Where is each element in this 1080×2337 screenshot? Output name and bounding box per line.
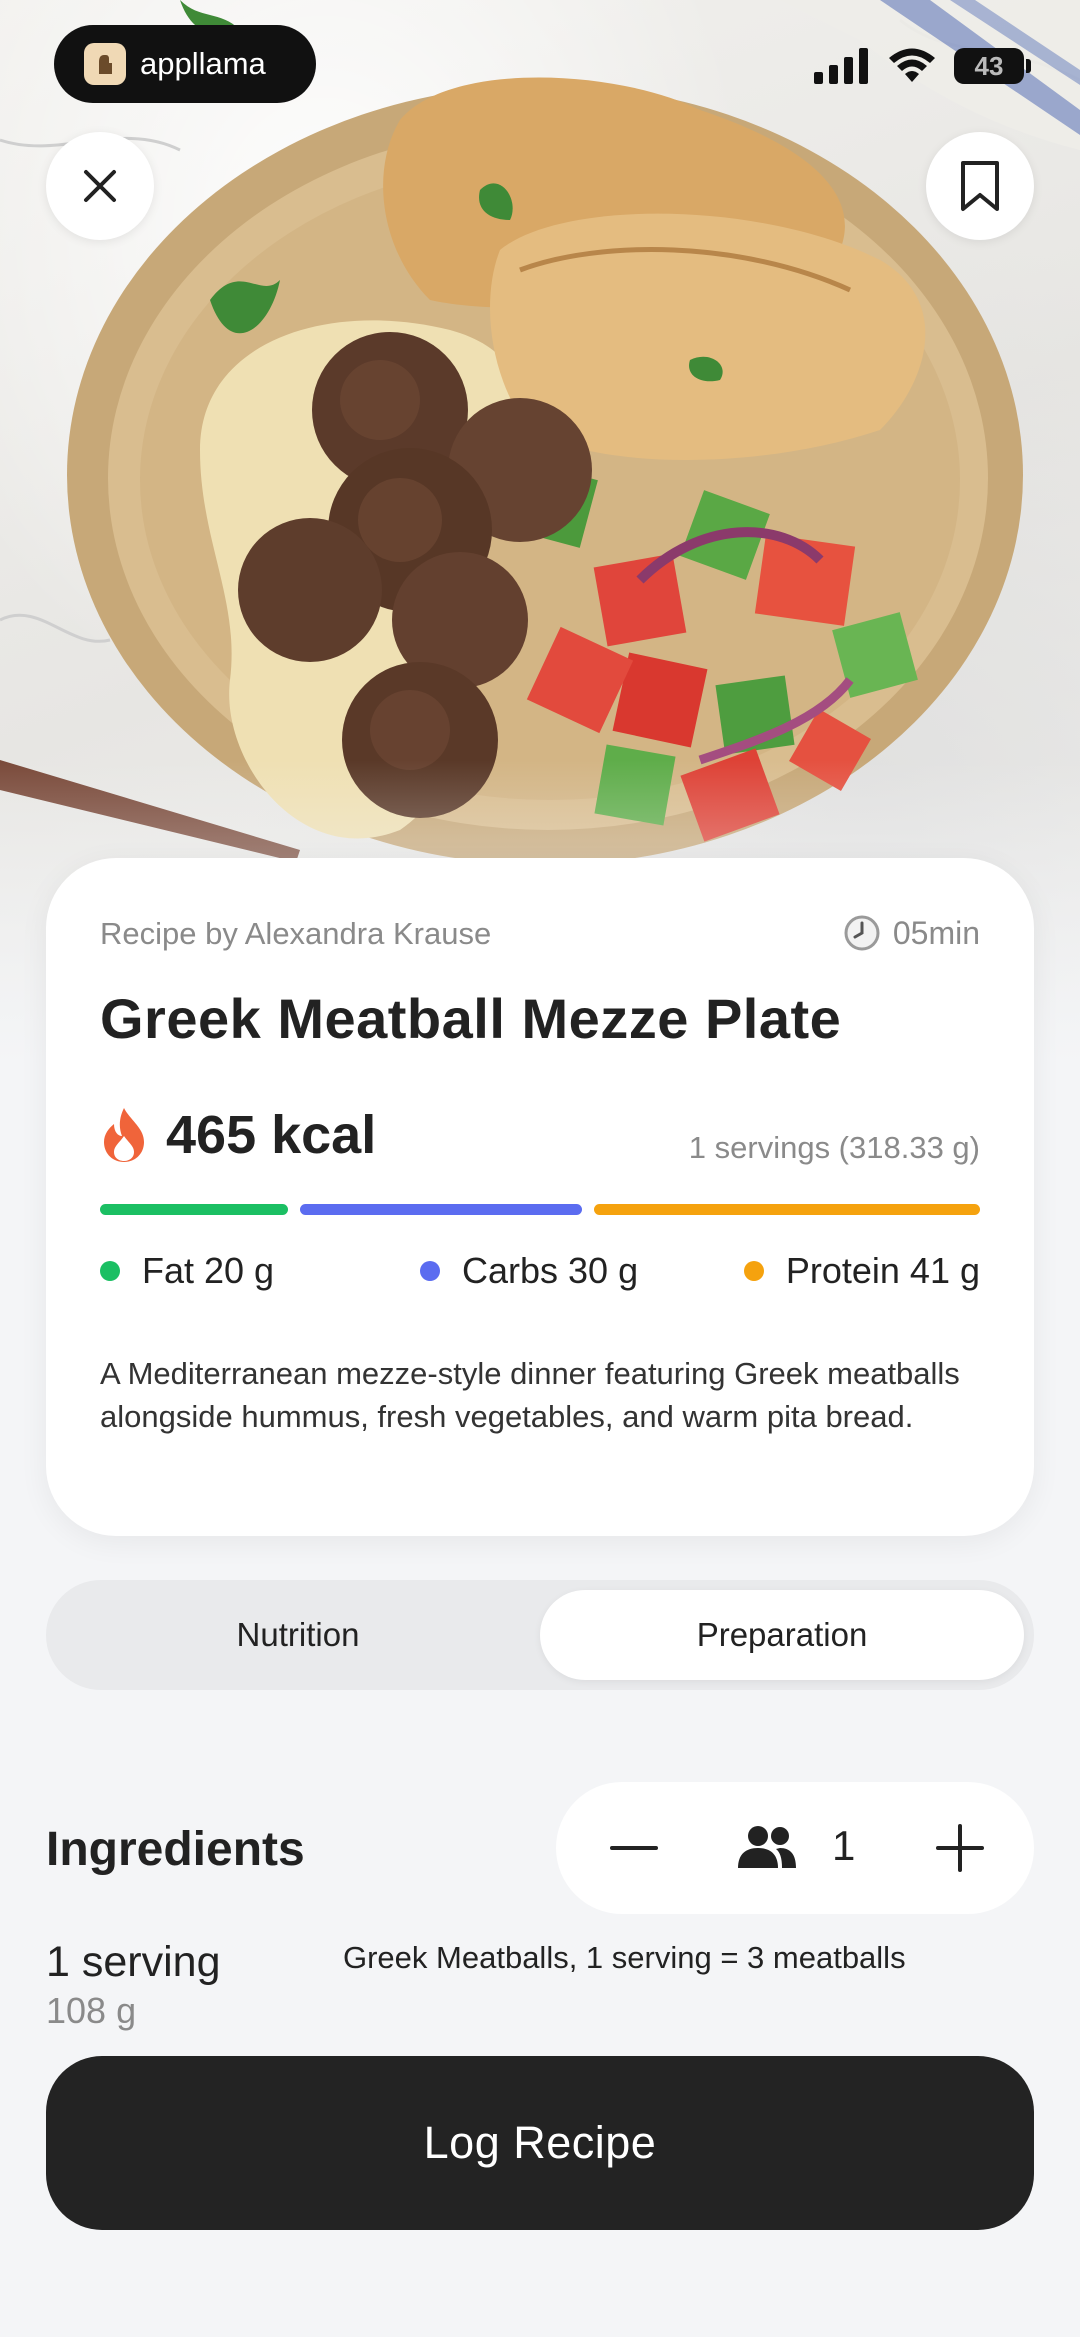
macro-fat: Fat 20 g <box>100 1250 274 1292</box>
macro-fat-label: Fat 20 g <box>142 1250 275 1291</box>
battery-indicator: 43 <box>954 48 1031 84</box>
minus-icon <box>610 1846 658 1850</box>
recipe-description: A Mediterranean mezze-style dinner featu… <box>100 1356 960 1434</box>
recipe-tabs: Nutrition Preparation <box>46 1580 1034 1690</box>
ingredient-weight: 108 g <box>46 1990 137 2031</box>
bookmark-icon <box>961 161 999 211</box>
tab-preparation[interactable]: Preparation <box>540 1590 1024 1680</box>
macro-carbs: Carbs 30 g <box>420 1250 638 1292</box>
ingredient-name: Greek Meatballs, 1 serving = 3 meatballs <box>343 1940 906 1975</box>
recipe-author: Recipe by Alexandra Krause <box>100 916 492 951</box>
prep-time: 05min <box>843 914 980 952</box>
ingredient-quantity: 1 serving <box>46 1938 221 1986</box>
recipe-title: Greek Meatball Mezze Plate <box>100 987 842 1050</box>
carbs-dot <box>420 1261 440 1281</box>
appllama-pill: appllama <box>54 25 316 103</box>
macros-legend: Fat 20 g Carbs 30 g Protein 41 g <box>100 1250 980 1300</box>
macro-protein: Protein 41 g <box>743 1250 980 1292</box>
fat-bar <box>100 1204 288 1215</box>
recipe-card: Recipe by Alexandra Krause 05min Greek M… <box>46 858 1034 1536</box>
protein-bar <box>594 1204 980 1215</box>
prep-time-value: 05min <box>892 914 980 951</box>
macro-carbs-label: Carbs 30 g <box>462 1250 639 1291</box>
clock-icon <box>844 915 880 951</box>
tab-nutrition[interactable]: Nutrition <box>56 1590 540 1680</box>
pill-label: appllama <box>140 46 266 81</box>
close-button[interactable] <box>46 132 154 240</box>
bookmark-button[interactable] <box>926 132 1034 240</box>
flame-icon <box>104 1108 144 1162</box>
signal-icon <box>814 48 868 84</box>
log-recipe-button[interactable]: Log Recipe <box>46 2056 1034 2230</box>
macro-protein-label: Protein 41 g <box>785 1250 980 1291</box>
wifi-icon <box>889 48 935 82</box>
servings-info: 1 servings (318.33 g) <box>688 1130 980 1165</box>
fat-dot <box>100 1261 120 1281</box>
increase-servings-button[interactable] <box>934 1822 986 1874</box>
people-icon <box>736 1824 798 1875</box>
protein-dot <box>743 1261 764 1281</box>
decrease-servings-button[interactable] <box>608 1822 660 1874</box>
macro-bars <box>100 1204 980 1215</box>
servings-count: 1 <box>832 1822 856 1869</box>
appllama-logo-icon <box>84 43 126 85</box>
close-icon <box>84 170 116 202</box>
plus-icon <box>936 1824 984 1872</box>
calories-row: 465 kcal <box>100 1104 376 1166</box>
status-indicators: 43 <box>814 48 1031 84</box>
ingredients-title: Ingredients <box>46 1823 305 1876</box>
carbs-bar <box>300 1204 582 1215</box>
calories-value: 465 kcal <box>166 1105 377 1165</box>
servings-stepper: 1 <box>556 1782 1034 1914</box>
